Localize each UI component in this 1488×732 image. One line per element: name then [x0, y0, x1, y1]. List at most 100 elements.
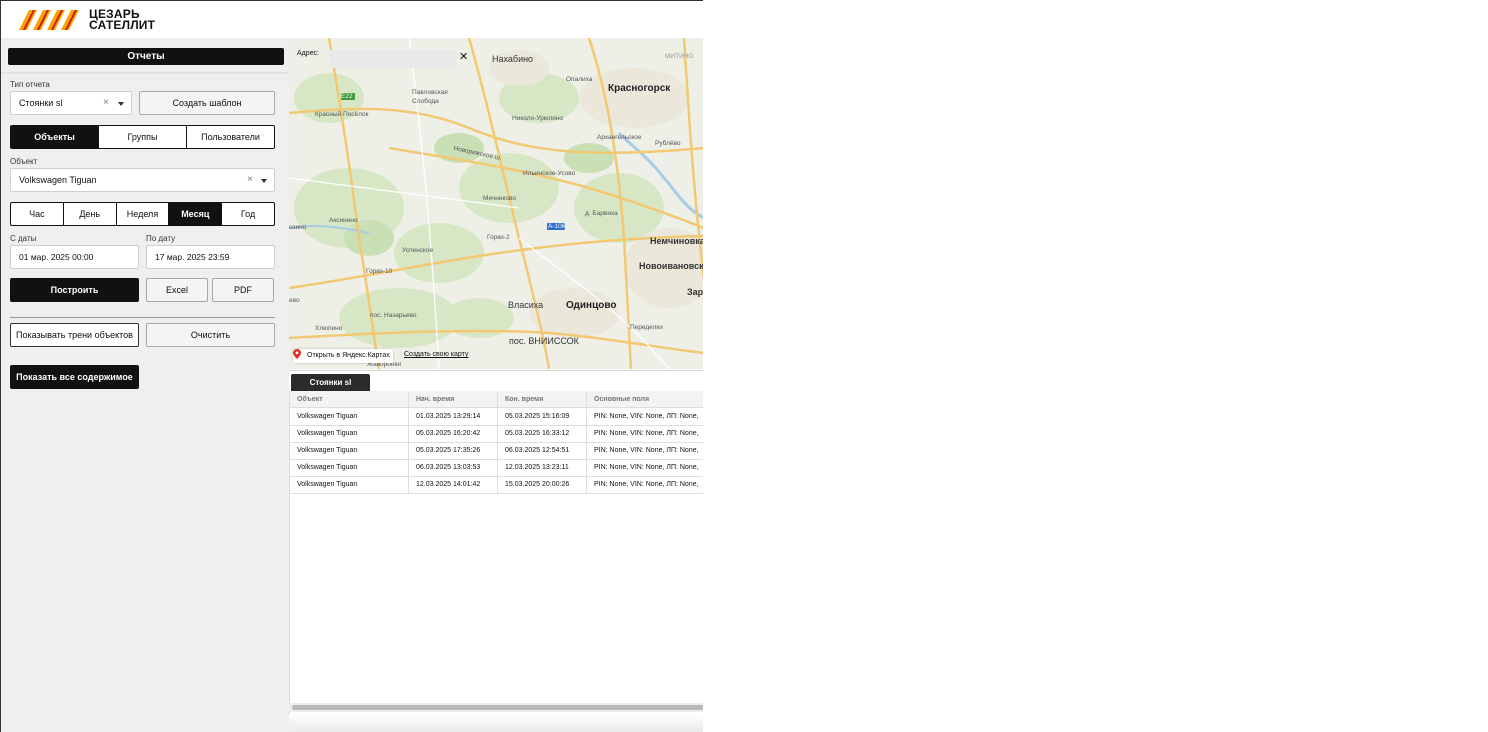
cell-start-time: 05.03.2025 17:35:26: [409, 443, 498, 459]
cell-object: Volkswagen Tiguan: [290, 426, 409, 442]
column-header[interactable]: Объект: [290, 391, 409, 408]
road-marker-e22: E22: [341, 93, 353, 100]
open-in-yandex-label: Открыть в Яндекс.Картах: [307, 352, 390, 359]
place-label: озино: [289, 224, 307, 231]
place-label: Мечниково: [483, 195, 517, 202]
place-label: Горки-2: [487, 234, 510, 241]
cell-object: Volkswagen Tiguan: [290, 477, 409, 493]
table-row[interactable]: Volkswagen Tiguan 05.03.2025 17:35:26 06…: [290, 443, 703, 460]
cell-end-time: 12.03.2025 13:23:11: [498, 460, 587, 476]
cell-end-time: 15.03.2025 20:00:26: [498, 477, 587, 493]
column-header[interactable]: Нач. время: [409, 391, 498, 408]
from-date-input[interactable]: 01 мар. 2025 00:00: [10, 245, 139, 269]
open-in-yandex-button[interactable]: Открыть в Яндекс.Картах: [293, 349, 393, 363]
entity-tabs: Объекты Группы Пользователи: [10, 125, 275, 149]
cell-main-fields: PIN: None, VIN: None, ЛП: None,: [594, 447, 699, 454]
place-label: Николо-Урюпино: [512, 115, 564, 122]
tab-day[interactable]: День: [64, 203, 117, 225]
scrollbar-thumb[interactable]: [292, 705, 703, 710]
place-label: Ильинское-Усово: [523, 170, 576, 177]
pdf-button[interactable]: PDF: [212, 278, 274, 302]
cell-end-time: 06.03.2025 12:54:51: [498, 443, 587, 459]
cell-main-fields: PIN: None, VIN: None, ЛП: None,: [594, 413, 699, 420]
tab-hour[interactable]: Час: [11, 203, 64, 225]
show-all-content-button[interactable]: Показать все содержимое: [10, 365, 139, 389]
place-label: Рублёво: [655, 140, 681, 147]
logo[interactable]: ЦЕЗАРЬ САТЕЛЛИТ: [89, 8, 156, 32]
create-template-button[interactable]: Создать шаблон: [139, 91, 275, 115]
column-header[interactable]: Основные поля: [587, 391, 703, 408]
address-input[interactable]: [329, 50, 457, 68]
logo-line-2: САТЕЛЛИТ: [89, 18, 156, 32]
clear-button[interactable]: Очистить: [146, 323, 275, 347]
place-label: Горки-10: [366, 268, 393, 275]
place-label: Красногорск: [608, 83, 671, 94]
tab-week[interactable]: Неделя: [117, 203, 170, 225]
cell-start-time: 05.03.2025 16:20:42: [409, 426, 498, 442]
cell-object: Volkswagen Tiguan: [290, 443, 409, 459]
cell-start-time: 12.03.2025 14:01:42: [409, 477, 498, 493]
divider: [10, 317, 275, 318]
table-row[interactable]: Volkswagen Tiguan 05.03.2025 16:20:42 05…: [290, 426, 703, 443]
clear-icon[interactable]: ×: [247, 169, 253, 191]
place-label: Зар: [687, 287, 703, 297]
map-view[interactable]: E22 A-106 Нахабино Опалиха Красногорск М…: [289, 38, 703, 369]
to-date-input[interactable]: 17 мар. 2025 23:59: [146, 245, 275, 269]
table-row[interactable]: Volkswagen Tiguan 12.03.2025 14:01:42 15…: [290, 477, 703, 494]
column-header[interactable]: Кон. время: [498, 391, 587, 408]
object-label: Объект: [10, 157, 38, 166]
close-icon[interactable]: ✕: [459, 50, 468, 63]
build-button[interactable]: Построить: [10, 278, 139, 302]
cell-main-fields: PIN: None, VIN: None, ЛП: None,: [594, 464, 699, 471]
sidebar-divider: [1, 72, 289, 74]
cell-main-fields: PIN: None, VIN: None, ЛП: None,: [594, 430, 699, 437]
table-row[interactable]: Volkswagen Tiguan 06.03.2025 13:03:53 12…: [290, 460, 703, 477]
place-label: пос. Назарьево: [370, 312, 417, 319]
app-window: ЦЕЗАРЬ САТЕЛЛИТ Отчеты Тип отчета Стоянк…: [0, 0, 703, 732]
cell-end-time: 05.03.2025 15:16:09: [498, 409, 587, 425]
place-label: Переделки: [630, 324, 663, 331]
report-type-label: Тип отчета: [10, 80, 50, 89]
report-tabs: Стоянки sl: [289, 370, 703, 392]
place-label: пос. ВНИИССОК: [509, 336, 579, 346]
tab-groups[interactable]: Группы: [99, 126, 187, 148]
place-label: Архангельское: [597, 134, 642, 141]
top-bar: ЦЕЗАРЬ САТЕЛЛИТ: [1, 1, 703, 38]
excel-button[interactable]: Excel: [146, 278, 208, 302]
place-label: ево: [289, 297, 300, 304]
chevron-down-icon[interactable]: [118, 102, 124, 106]
cell-end-time: 05.03.2025 16:33:12: [498, 426, 587, 442]
cell-main-fields: PIN: None, VIN: None, ЛП: None,: [594, 481, 699, 488]
show-tracks-button[interactable]: Показывать трени объектов: [10, 323, 139, 347]
place-label: Павловская Слобода: [412, 89, 448, 105]
place-label: Аксинино: [329, 217, 358, 224]
tab-users[interactable]: Пользователи: [187, 126, 274, 148]
cell-object: Volkswagen Tiguan: [290, 409, 409, 425]
tab-objects[interactable]: Объекты: [11, 126, 99, 148]
logo-stripes-icon: [19, 10, 79, 30]
place-label: Власиха: [508, 300, 544, 310]
place-label: Красный Посёлок: [315, 111, 369, 118]
tab-report[interactable]: Стоянки sl: [291, 374, 370, 392]
object-value: Volkswagen Tiguan: [19, 175, 97, 185]
place-label: Хлюпино: [315, 325, 343, 332]
place-label: Новоивановское: [639, 261, 703, 271]
report-type-select[interactable]: Стоянки sl ×: [10, 91, 132, 115]
tab-month[interactable]: Месяц: [169, 203, 223, 225]
table-row[interactable]: Volkswagen Tiguan 01.03.2025 13:29:14 05…: [290, 409, 703, 426]
horizontal-scrollbar[interactable]: [289, 703, 703, 712]
object-select[interactable]: Volkswagen Tiguan ×: [10, 168, 275, 192]
map-pin-icon: [293, 349, 301, 359]
cell-start-time: 06.03.2025 13:03:53: [409, 460, 498, 476]
report-type-value: Стоянки sl: [19, 98, 63, 108]
create-map-link[interactable]: Создать свою карту: [404, 351, 468, 358]
clear-icon[interactable]: ×: [103, 92, 109, 114]
place-label: Опалиха: [566, 76, 593, 83]
bottom-edge: [289, 714, 703, 732]
tab-year[interactable]: Год: [222, 203, 274, 225]
to-date-label: По дату: [146, 234, 176, 243]
report-table: Объект Нач. время Кон. время Основные по…: [289, 391, 703, 714]
place-label: Нахабино: [492, 54, 534, 64]
table-header: Объект Нач. время Кон. время Основные по…: [290, 391, 703, 408]
chevron-down-icon[interactable]: [261, 179, 267, 183]
